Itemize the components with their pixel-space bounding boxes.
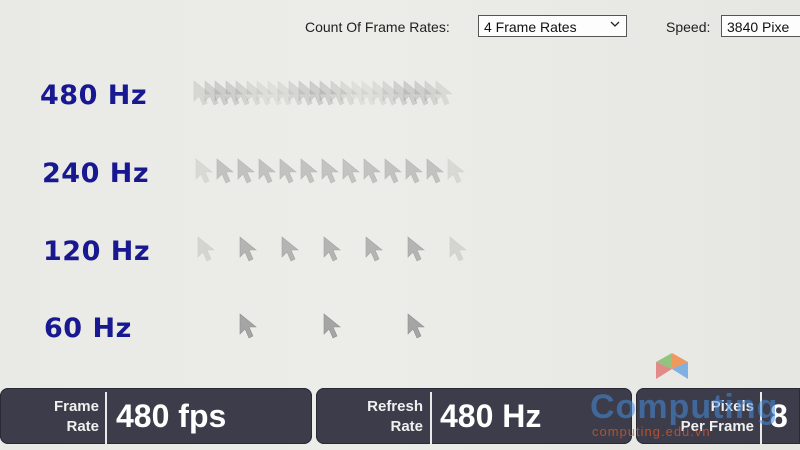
mouse-pointer-icon — [215, 158, 237, 184]
row-480hz-label: 480 Hz — [40, 80, 148, 111]
computing-logo-watermark — [656, 353, 688, 379]
mouse-pointer-icon — [278, 158, 300, 184]
mouse-pointer-icon — [434, 80, 456, 106]
mouse-pointer-icon — [448, 236, 470, 262]
mouse-pointer-icon — [322, 313, 344, 339]
mouse-pointer-icon — [446, 158, 468, 184]
mouse-pointer-icon — [280, 236, 302, 262]
watermark-brand: Computing — [590, 388, 779, 426]
mouse-pointer-icon — [341, 158, 363, 184]
mouse-pointer-icon — [362, 158, 384, 184]
row-60hz-label: 60 Hz — [44, 313, 132, 344]
frame-rate-caption-line1: Frame — [53, 398, 99, 415]
mouse-pointer-icon — [322, 236, 344, 262]
mouse-pointer-icon — [425, 158, 447, 184]
mouse-pointer-icon — [238, 236, 260, 262]
refresh-rate-value: 480 Hz — [440, 398, 542, 434]
refresh-rate-caption-line2: Rate — [390, 418, 423, 435]
row-240hz-label: 240 Hz — [42, 158, 150, 189]
speed-value: 3840 Pixe — [727, 19, 790, 35]
mouse-pointer-icon — [406, 313, 428, 339]
speed-select[interactable]: 3840 Pixe — [721, 15, 800, 37]
frame-rate-count-value: 4 Frame Rates — [484, 19, 577, 35]
refresh-rate-divider — [430, 392, 432, 444]
mouse-pointer-icon — [320, 158, 342, 184]
frame-rate-value: 480 fps — [116, 398, 227, 434]
frame-rate-divider — [105, 392, 107, 444]
watermark-url: computing.edu.vn — [592, 424, 711, 439]
mouse-pointer-icon — [406, 236, 428, 262]
top-controls: Count Of Frame Rates: 4 Frame Rates Spee… — [305, 14, 800, 40]
refresh-rate-caption-line1: Refresh — [367, 398, 423, 415]
speed-label: Speed: — [666, 19, 711, 35]
mouse-pointer-icon — [236, 158, 258, 184]
frame-rate-count-label: Count Of Frame Rates: — [305, 19, 450, 35]
chevron-down-icon — [610, 21, 620, 27]
mouse-pointer-icon — [383, 158, 405, 184]
frame-rate-count-select[interactable]: 4 Frame Rates — [478, 15, 627, 37]
frame-rate-caption-line2: Rate — [66, 418, 99, 435]
row-120hz-label: 120 Hz — [43, 236, 151, 267]
refresh-rate-panel: Refresh Rate 480 Hz — [316, 388, 632, 444]
mouse-pointer-icon — [299, 158, 321, 184]
mouse-pointer-icon — [238, 313, 260, 339]
mouse-pointer-icon — [364, 236, 386, 262]
mouse-pointer-icon — [194, 158, 216, 184]
mouse-pointer-icon — [257, 158, 279, 184]
mouse-pointer-icon — [196, 236, 218, 262]
mouse-pointer-icon — [404, 158, 426, 184]
frame-rate-panel: Frame Rate 480 fps — [0, 388, 312, 444]
